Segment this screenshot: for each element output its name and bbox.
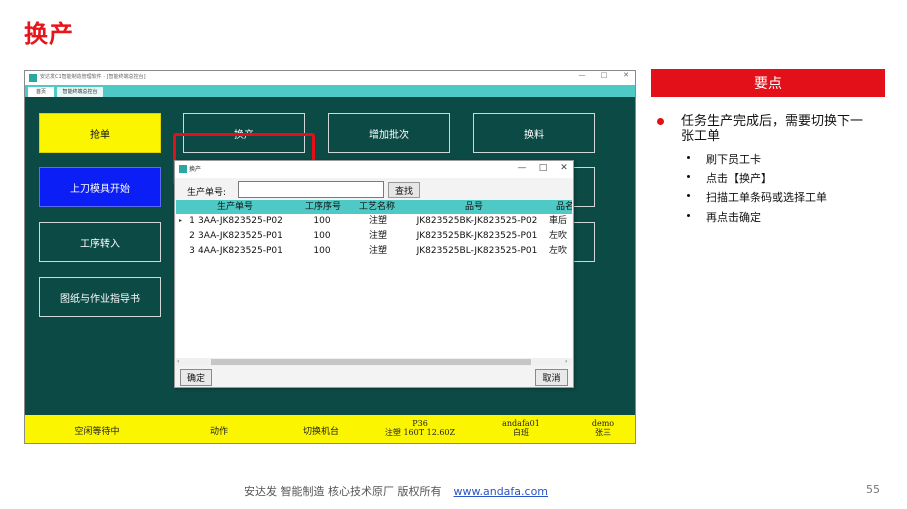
row-seq: 100	[313, 216, 331, 226]
drawings-guide-button[interactable]: 图纸与作业指导书	[39, 277, 161, 317]
col-order[interactable]: 生产单号	[196, 200, 274, 214]
dialog-titlebar: 换产 — □ ✕	[175, 161, 573, 178]
step-item: 刷下员工卡	[687, 151, 761, 167]
close-icon[interactable]: ✕	[619, 71, 633, 79]
order-number-label: 生产单号:	[187, 188, 227, 198]
table-row[interactable]: 3 4AA-JK823525-P01 100 注塑 JK823525BL-JK8…	[176, 244, 572, 259]
row-order: 3AA-JK823525-P02	[198, 216, 283, 226]
row-part: JK823525BK-JK823525-P01	[416, 231, 538, 241]
table-row[interactable]: ▸ 1 3AA-JK823525-P02 100 注塑 JK823525BK-J…	[176, 214, 572, 229]
col-process[interactable]: 工艺名称	[350, 200, 404, 214]
row-process: 注塑	[368, 231, 387, 241]
row-name: 左吹	[549, 231, 568, 241]
status-action: 动作	[209, 427, 228, 437]
footer-text: 安达发 智能制造 核心技术原厂 版权所有	[244, 485, 442, 498]
step-dot-icon	[687, 214, 690, 217]
row-process: 注塑	[368, 246, 387, 256]
step-item: 扫描工单条码或选择工单	[687, 189, 827, 205]
app-logo-icon	[29, 74, 37, 82]
col-seq[interactable]: 工序序号	[294, 200, 352, 214]
confirm-button[interactable]: 确定	[180, 369, 212, 386]
footer: 安达发 智能制造 核心技术原厂 版权所有 www.andafa.com	[244, 483, 548, 499]
scroll-right-icon[interactable]: ›	[565, 358, 567, 365]
user-account: demo	[591, 419, 615, 428]
operator-id: andafa01	[502, 419, 540, 428]
dialog-close-icon[interactable]: ✕	[557, 163, 571, 173]
row-index: 3	[189, 246, 195, 256]
row-order: 3AA-JK823525-P01	[198, 231, 283, 241]
dialog-logo-icon	[179, 165, 187, 173]
shift-name: 白班	[513, 428, 529, 437]
machine-code: P36	[412, 419, 428, 428]
step-dot-icon	[687, 175, 690, 178]
step-dot-icon	[687, 194, 690, 197]
col-part[interactable]: 品号	[436, 200, 512, 214]
dialog-minimize-icon[interactable]: —	[515, 163, 529, 173]
row-index: 1	[189, 216, 195, 226]
current-row-indicator-icon: ▸	[179, 217, 183, 224]
app-titlebar: 安达发C1智能制造管理软件 - [智能终端总控台] — □ ✕	[25, 71, 635, 85]
grid-header: 生产单号 工序序号 工艺名称 品号 品名	[176, 200, 572, 214]
footer-link[interactable]: www.andafa.com	[454, 485, 549, 498]
slide: 换产 安达发C1智能制造管理软件 - [智能终端总控台] — □ ✕ 首页 智能…	[0, 0, 907, 509]
process-transfer-button[interactable]: 工序转入	[39, 222, 161, 262]
horizontal-scrollbar[interactable]: ‹ ›	[176, 358, 572, 366]
col-name[interactable]: 品名	[550, 200, 572, 214]
app-window-title: 安达发C1智能制造管理软件 - [智能终端总控台]	[40, 74, 146, 80]
row-order: 4AA-JK823525-P01	[198, 246, 283, 256]
status-state: 空闲等待中	[74, 427, 120, 437]
row-name: 車后	[549, 216, 568, 226]
order-number-input[interactable]	[238, 181, 384, 198]
order-grid[interactable]: 生产单号 工序序号 工艺名称 品号 品名 ▸ 1 3AA-JK823525-P0…	[176, 200, 572, 358]
mold-start-button[interactable]: 上刀模具开始	[39, 167, 161, 207]
status-bar: 空闲等待中 动作 切换机台 P36 注塑 160T 12.60Z andafa0…	[25, 415, 635, 443]
slide-title: 换产	[24, 20, 74, 48]
row-part: JK823525BL-JK823525-P01	[416, 246, 538, 256]
row-name: 左吹	[549, 246, 568, 256]
main-point-text: 任务生产完成后，需要切换下一张工单	[681, 114, 864, 144]
maximize-icon[interactable]: □	[597, 71, 611, 79]
change-material-button[interactable]: 换料	[473, 113, 595, 153]
row-seq: 100	[313, 231, 331, 241]
machine-spec: 注塑 160T 12.60Z	[384, 428, 456, 437]
change-production-dialog: 换产 — □ ✕ 生产单号: 查找 生产单号 工序序号 工艺名称 品号 品名 ▸…	[174, 160, 574, 388]
row-seq: 100	[313, 246, 331, 256]
tab-home[interactable]: 首页	[28, 87, 54, 97]
bullet-dot-icon	[657, 118, 664, 125]
minimize-icon[interactable]: —	[575, 71, 589, 79]
cancel-button[interactable]: 取消	[535, 369, 568, 386]
grab-order-button[interactable]: 抢单	[39, 113, 161, 153]
search-button[interactable]: 查找	[388, 182, 420, 198]
switch-machine-button[interactable]: 切换机台	[291, 424, 351, 437]
add-batch-button[interactable]: 增加批次	[328, 113, 450, 153]
page-number: 55	[866, 483, 880, 496]
step-dot-icon	[687, 156, 690, 159]
scroll-left-icon[interactable]: ‹	[177, 358, 179, 365]
tab-bar: 首页 智能终端总控台	[25, 85, 635, 97]
row-index: 2	[189, 231, 195, 241]
key-points-header: 要点	[651, 69, 885, 97]
step-item: 再点击确定	[687, 209, 761, 225]
scroll-thumb[interactable]	[211, 359, 531, 365]
step-item: 点击【换产】	[687, 170, 772, 186]
table-row[interactable]: 2 3AA-JK823525-P01 100 注塑 JK823525BK-JK8…	[176, 229, 572, 244]
row-part: JK823525BK-JK823525-P02	[416, 216, 538, 226]
tab-console[interactable]: 智能终端总控台	[57, 87, 103, 97]
dialog-maximize-icon[interactable]: □	[536, 163, 550, 173]
user-name: 张三	[595, 428, 611, 437]
row-process: 注塑	[368, 216, 387, 226]
dialog-title: 换产	[189, 166, 202, 173]
